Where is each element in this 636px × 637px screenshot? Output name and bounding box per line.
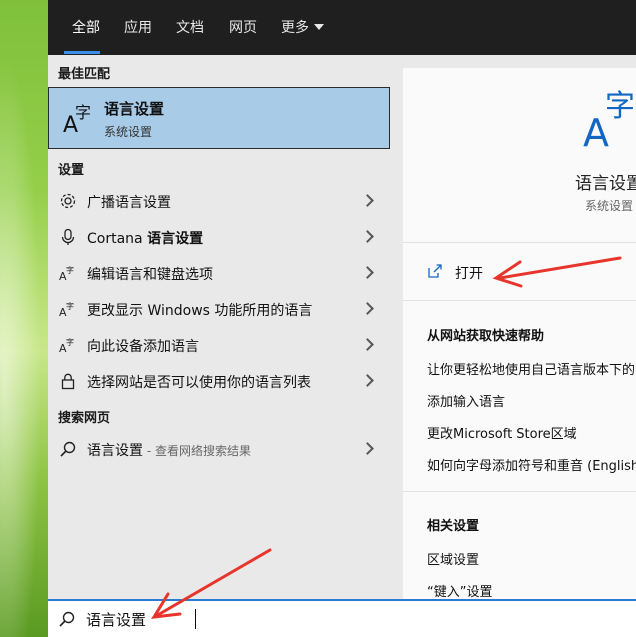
- related-link[interactable]: “键入”设置: [427, 581, 492, 600]
- gear-icon: [60, 193, 76, 209]
- chevron-right-icon: [361, 230, 374, 243]
- settings-item-label: 编辑语言和键盘选项: [87, 267, 213, 283]
- language-icon: A 字: [63, 103, 91, 138]
- best-match-item[interactable]: A 字 语言设置 系统设置: [48, 87, 390, 149]
- tab-apps[interactable]: 应用: [124, 18, 152, 38]
- filter-tab-bar: 全部 应用 文档 网页 更多: [48, 0, 636, 55]
- tab-all[interactable]: 全部: [72, 18, 100, 38]
- language-icon: A字: [59, 301, 74, 318]
- settings-item-broadcast-language[interactable]: 广播语言设置: [48, 183, 392, 219]
- help-link[interactable]: 更改Microsoft Store区域: [427, 423, 577, 442]
- chevron-down-icon: [314, 24, 324, 30]
- settings-item-website-language-list[interactable]: 选择网站是否可以使用你的语言列表: [48, 363, 392, 399]
- settings-item-cortana-language[interactable]: Cortana 语言设置: [48, 219, 392, 255]
- preview-subtitle: 系统设置: [585, 199, 634, 213]
- divider: [403, 242, 636, 243]
- language-icon: A字: [59, 337, 74, 354]
- preview-title: 语言设置: [575, 174, 636, 194]
- divider: [403, 300, 636, 301]
- settings-item-label: 向此设备添加语言: [87, 339, 199, 355]
- best-match-subtitle: 系统设置: [104, 125, 153, 139]
- related-link[interactable]: 区域设置: [427, 549, 479, 568]
- help-link[interactable]: 让你更轻松地使用自己语言版本下的: [427, 359, 635, 378]
- web-search-query: 语言设置: [87, 443, 143, 459]
- tab-documents[interactable]: 文档: [176, 18, 204, 38]
- language-icon: A 字: [583, 89, 635, 148]
- svg-text:字: 字: [66, 265, 74, 275]
- tab-more-label: 更多: [281, 20, 309, 36]
- cortana-prefix: Cortana: [87, 231, 148, 247]
- text-caret: [195, 609, 196, 629]
- settings-item-edit-language-keyboard[interactable]: A字 编辑语言和键盘选项: [48, 255, 392, 291]
- tab-web[interactable]: 网页: [229, 18, 257, 38]
- chevron-right-icon: [361, 194, 374, 207]
- desktop-wallpaper: [0, 0, 48, 637]
- lock-icon: [61, 373, 75, 390]
- results-list: 最佳匹配 A 字 语言设置 系统设置 设置 广播语言设置 Cortana 语言设…: [48, 55, 392, 600]
- open-label: 打开: [455, 266, 483, 282]
- related-settings-heading: 相关设置: [427, 519, 480, 534]
- svg-text:字: 字: [75, 103, 91, 122]
- svg-text:字: 字: [66, 337, 74, 347]
- chevron-right-icon: [361, 302, 374, 315]
- search-icon: [60, 441, 76, 457]
- help-heading: 从网站获取快速帮助: [427, 329, 545, 344]
- settings-item-label: 广播语言设置: [87, 195, 171, 211]
- search-input[interactable]: [86, 607, 486, 631]
- settings-item-add-language[interactable]: A字 向此设备添加语言: [48, 327, 392, 363]
- web-search-item[interactable]: 语言设置 - 查看网络搜索结果: [48, 431, 392, 467]
- search-panel: 全部 应用 文档 网页 更多 最佳匹配 A 字 语言设置 系统设置 设置 广播语…: [48, 0, 636, 637]
- chevron-right-icon: [361, 266, 374, 279]
- cortana-label: 语言设置: [147, 231, 204, 247]
- settings-heading: 设置: [58, 163, 85, 178]
- settings-item-label: 选择网站是否可以使用你的语言列表: [87, 375, 311, 391]
- search-icon: [59, 611, 75, 627]
- preview-pane: A 字 语言设置 系统设置 打开 从网站获取快速帮助 让你更轻松地使用自己语言版…: [403, 68, 636, 600]
- web-search-hint: - 查看网络搜索结果: [143, 444, 251, 458]
- best-match-heading: 最佳匹配: [58, 67, 111, 82]
- search-bar[interactable]: [48, 599, 636, 637]
- best-match-title: 语言设置: [104, 100, 165, 118]
- web-search-label: 语言设置 - 查看网络搜索结果: [87, 440, 251, 460]
- chevron-right-icon: [361, 442, 374, 455]
- help-link[interactable]: 如何向字母添加符号和重音 (English: [427, 455, 636, 474]
- chevron-right-icon: [361, 338, 374, 351]
- settings-item-windows-display-language[interactable]: A字 更改显示 Windows 功能所用的语言: [48, 291, 392, 327]
- microphone-icon: [61, 228, 75, 245]
- language-icon: A字: [59, 265, 74, 282]
- settings-item-label: Cortana 语言设置: [87, 228, 203, 248]
- chevron-right-icon: [361, 374, 374, 387]
- web-search-heading: 搜索网页: [58, 411, 111, 426]
- open-external-icon: [428, 264, 442, 278]
- svg-text:字: 字: [66, 301, 74, 311]
- tab-more[interactable]: 更多: [281, 18, 324, 38]
- help-link[interactable]: 添加输入语言: [427, 391, 505, 410]
- divider: [403, 491, 636, 492]
- active-tab-indicator: [64, 51, 100, 54]
- svg-text:字: 字: [605, 89, 635, 124]
- settings-item-label: 更改显示 Windows 功能所用的语言: [87, 303, 313, 319]
